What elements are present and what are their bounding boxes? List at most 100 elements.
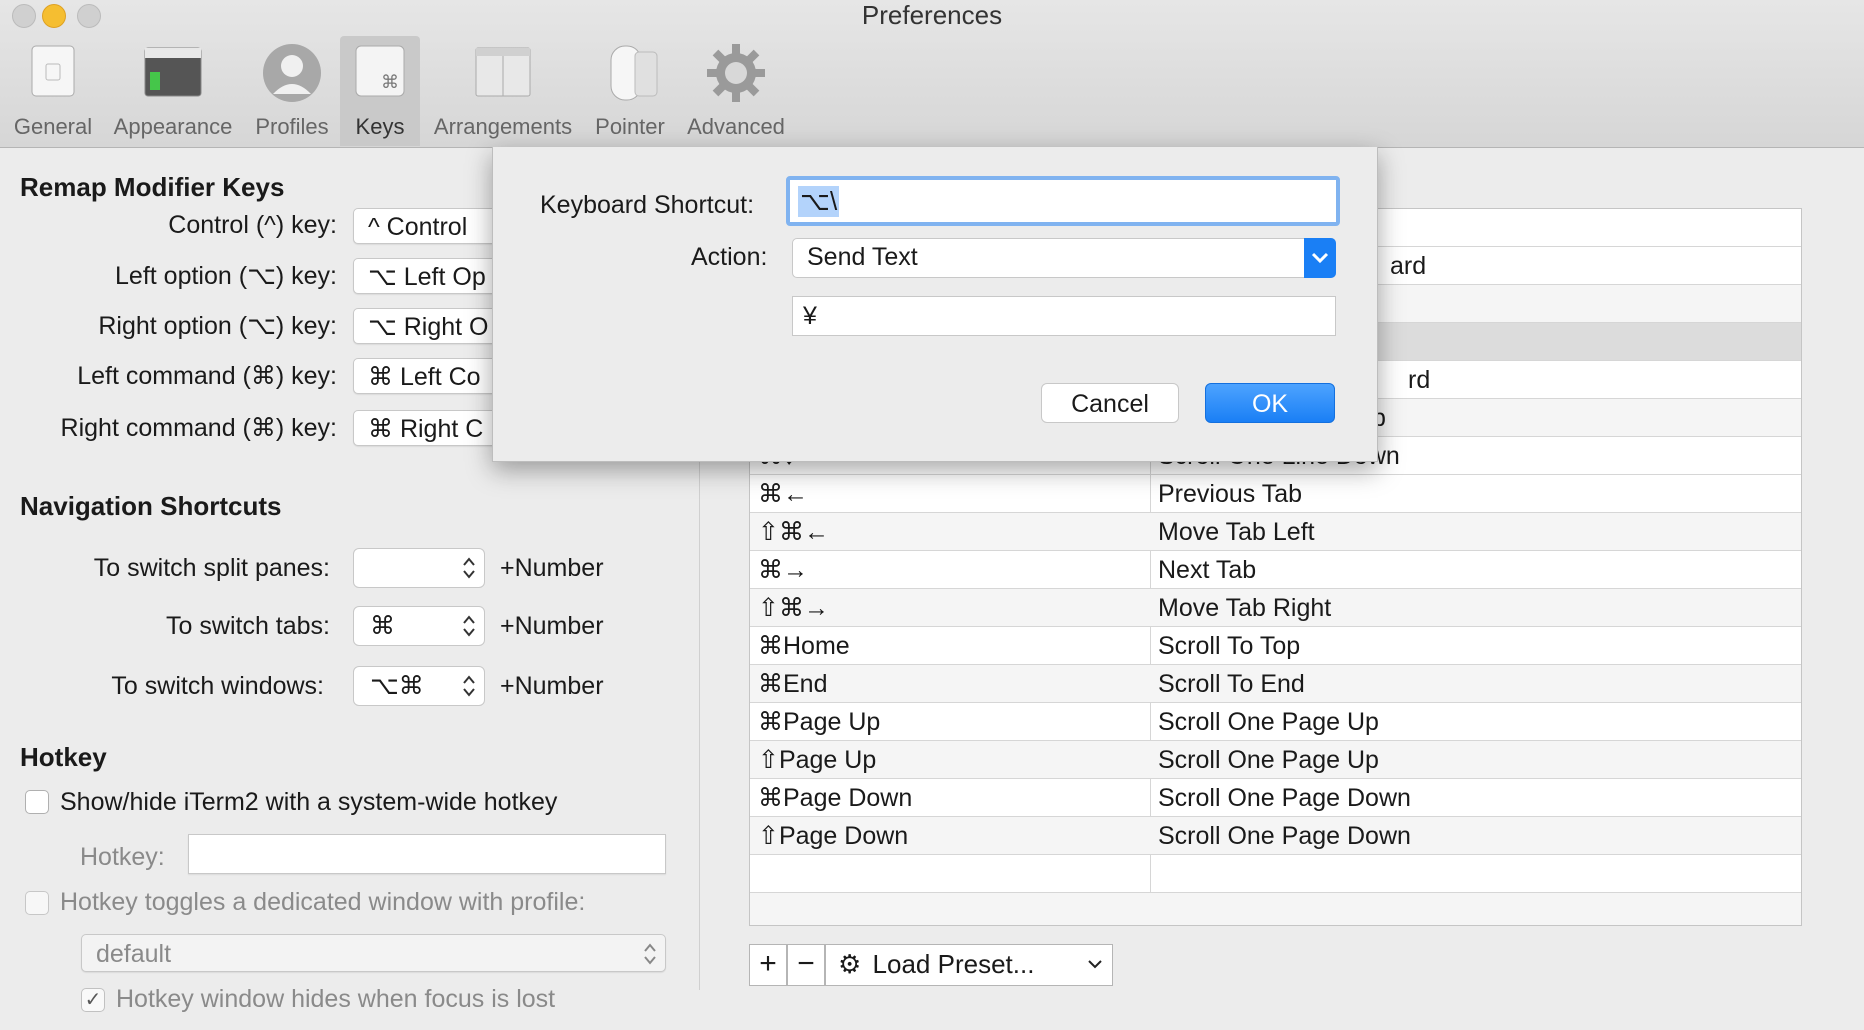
split-panes-stepper[interactable] xyxy=(353,548,485,588)
hides-on-focus-checkbox[interactable]: ✓ xyxy=(81,988,105,1012)
add-binding-button[interactable]: + xyxy=(749,944,787,986)
keys-icon: ⌘ xyxy=(355,45,405,97)
right-command-key-label: Right command (⌘) key: xyxy=(60,414,337,442)
pointer-icon xyxy=(610,45,658,101)
table-row[interactable]: ⌘Home Scroll To Top xyxy=(750,627,1801,665)
profile-popup[interactable]: default xyxy=(81,934,666,972)
split-panes-suffix: +Number xyxy=(500,554,604,582)
up-down-arrows-icon xyxy=(463,615,475,637)
table-row[interactable]: ⌘Page Up Scroll One Page Up xyxy=(750,703,1801,741)
general-icon xyxy=(31,45,75,97)
section-divider xyxy=(699,430,700,990)
switch-windows-value: ⌥⌘ xyxy=(370,672,424,700)
table-row[interactable]: ⌘End Scroll To End xyxy=(750,665,1801,703)
action-popup[interactable]: Send Text xyxy=(792,238,1336,278)
action-cell: Scroll One Page Up xyxy=(1158,708,1379,736)
load-preset-popup[interactable]: ⚙ Load Preset... xyxy=(825,944,1113,986)
tab-label: Pointer xyxy=(595,114,665,139)
arrangements-icon xyxy=(475,47,531,97)
show-hide-label: Show/hide iTerm2 with a system-wide hotk… xyxy=(60,788,558,816)
shortcut-value: ⌥\ xyxy=(798,186,840,217)
tab-label: Arrangements xyxy=(433,114,573,139)
tab-arrangements[interactable]: Arrangements xyxy=(428,36,578,146)
chevron-down-icon xyxy=(1088,960,1102,969)
tab-label: General xyxy=(13,114,93,139)
table-row[interactable]: ⇧Page Down Scroll One Page Down xyxy=(750,817,1801,855)
action-cell: Previous Tab xyxy=(1158,480,1303,508)
show-hide-checkbox[interactable] xyxy=(25,790,49,814)
shortcut-cell: ⌘← xyxy=(758,480,808,508)
action-cell: Scroll To Top xyxy=(1158,632,1301,660)
ok-button[interactable]: OK xyxy=(1205,383,1335,423)
dedicated-window-label: Hotkey toggles a dedicated window with p… xyxy=(60,888,586,916)
switch-windows-label: To switch windows: xyxy=(111,672,324,700)
switch-tabs-stepper[interactable]: ⌘ xyxy=(353,606,485,646)
preset-gear-icon: ⚙ xyxy=(838,949,862,979)
tab-label: Appearance xyxy=(113,114,233,139)
shortcut-cell: ⌘Page Up xyxy=(758,708,881,736)
action-cell: Move Tab Right xyxy=(1158,594,1332,622)
switch-tabs-label: To switch tabs: xyxy=(166,612,330,640)
send-text-field[interactable]: ¥ xyxy=(792,296,1336,336)
table-row[interactable] xyxy=(750,855,1801,893)
action-cell: Next Tab xyxy=(1158,556,1257,584)
hotkey-field[interactable] xyxy=(188,834,666,874)
action-cell: Scroll One Page Down xyxy=(1158,822,1411,850)
table-row[interactable]: ⇧Page Up Scroll One Page Up xyxy=(750,741,1801,779)
up-down-arrows-icon xyxy=(644,943,656,965)
keyboard-shortcut-label: Keyboard Shortcut: xyxy=(540,191,755,219)
send-text-value: ¥ xyxy=(803,302,817,330)
right-option-key-label: Right option (⌥) key: xyxy=(98,312,337,340)
shortcut-cell: ⌘Page Down xyxy=(758,784,913,812)
control-key-label: Control (^) key: xyxy=(168,211,337,239)
cancel-button[interactable]: Cancel xyxy=(1041,383,1179,423)
remap-heading: Remap Modifier Keys xyxy=(20,172,285,202)
table-row[interactable] xyxy=(750,893,1801,925)
shortcut-cell: ⇧⌘→ xyxy=(758,594,829,622)
action-value: Send Text xyxy=(807,243,918,271)
toolbar: Preferences General Appearance Profiles … xyxy=(0,0,1864,148)
action-cell: Move Tab Left xyxy=(1158,518,1315,546)
hotkey-heading: Hotkey xyxy=(20,742,107,772)
profiles-icon xyxy=(263,44,321,102)
window-title: Preferences xyxy=(861,0,1003,30)
left-command-key-label: Left command (⌘) key: xyxy=(77,362,337,390)
svg-text:⌘: ⌘ xyxy=(381,72,399,93)
switch-windows-stepper[interactable]: ⌥⌘ xyxy=(353,666,485,706)
shortcut-cell: ⌘→ xyxy=(758,556,808,584)
tab-label: Profiles xyxy=(255,114,329,139)
tab-advanced[interactable]: Advanced xyxy=(680,36,792,146)
advanced-gear-icon xyxy=(707,44,765,102)
split-panes-label: To switch split panes: xyxy=(93,554,330,582)
tab-pointer[interactable]: Pointer xyxy=(590,36,670,146)
switch-tabs-suffix: +Number xyxy=(500,612,604,640)
up-down-arrows-icon xyxy=(463,675,475,697)
hotkey-field-label: Hotkey: xyxy=(80,843,165,871)
action-popup-chevron xyxy=(1304,238,1336,278)
keyboard-shortcut-field[interactable]: ⌥\ xyxy=(786,176,1340,226)
chevron-down-icon xyxy=(1311,252,1329,264)
table-row[interactable]: ⌘→ Next Tab xyxy=(750,551,1801,589)
tab-keys[interactable]: ⌘ Keys xyxy=(340,36,420,146)
remove-binding-button[interactable]: − xyxy=(787,944,825,986)
up-down-arrows-icon xyxy=(463,557,475,579)
hides-on-focus-label: Hotkey window hides when focus is lost xyxy=(116,985,556,1013)
tab-profiles[interactable]: Profiles xyxy=(250,36,334,146)
load-preset-label: Load Preset... xyxy=(872,949,1035,979)
table-row[interactable]: ⇧⌘← Move Tab Left xyxy=(750,513,1801,551)
tab-label: Advanced xyxy=(687,114,785,139)
table-row[interactable]: ⌘← Previous Tab xyxy=(750,475,1801,513)
action-cell: Scroll To End xyxy=(1158,670,1305,698)
dedicated-window-checkbox[interactable] xyxy=(25,891,49,915)
table-row[interactable]: ⌘Page Down Scroll One Page Down xyxy=(750,779,1801,817)
action-cell: rd xyxy=(1408,366,1431,394)
shortcut-cell: ⇧Page Up xyxy=(758,746,877,774)
tab-general[interactable]: General xyxy=(8,36,98,146)
tab-appearance[interactable]: Appearance xyxy=(108,36,238,146)
tab-label: Keys xyxy=(355,114,405,139)
shortcut-cell: ⌘End xyxy=(758,670,828,698)
action-cell: ard xyxy=(1390,252,1427,280)
table-row[interactable]: ⇧⌘→ Move Tab Right xyxy=(750,589,1801,627)
navigation-heading: Navigation Shortcuts xyxy=(20,491,282,521)
switch-tabs-value: ⌘ xyxy=(370,612,395,640)
